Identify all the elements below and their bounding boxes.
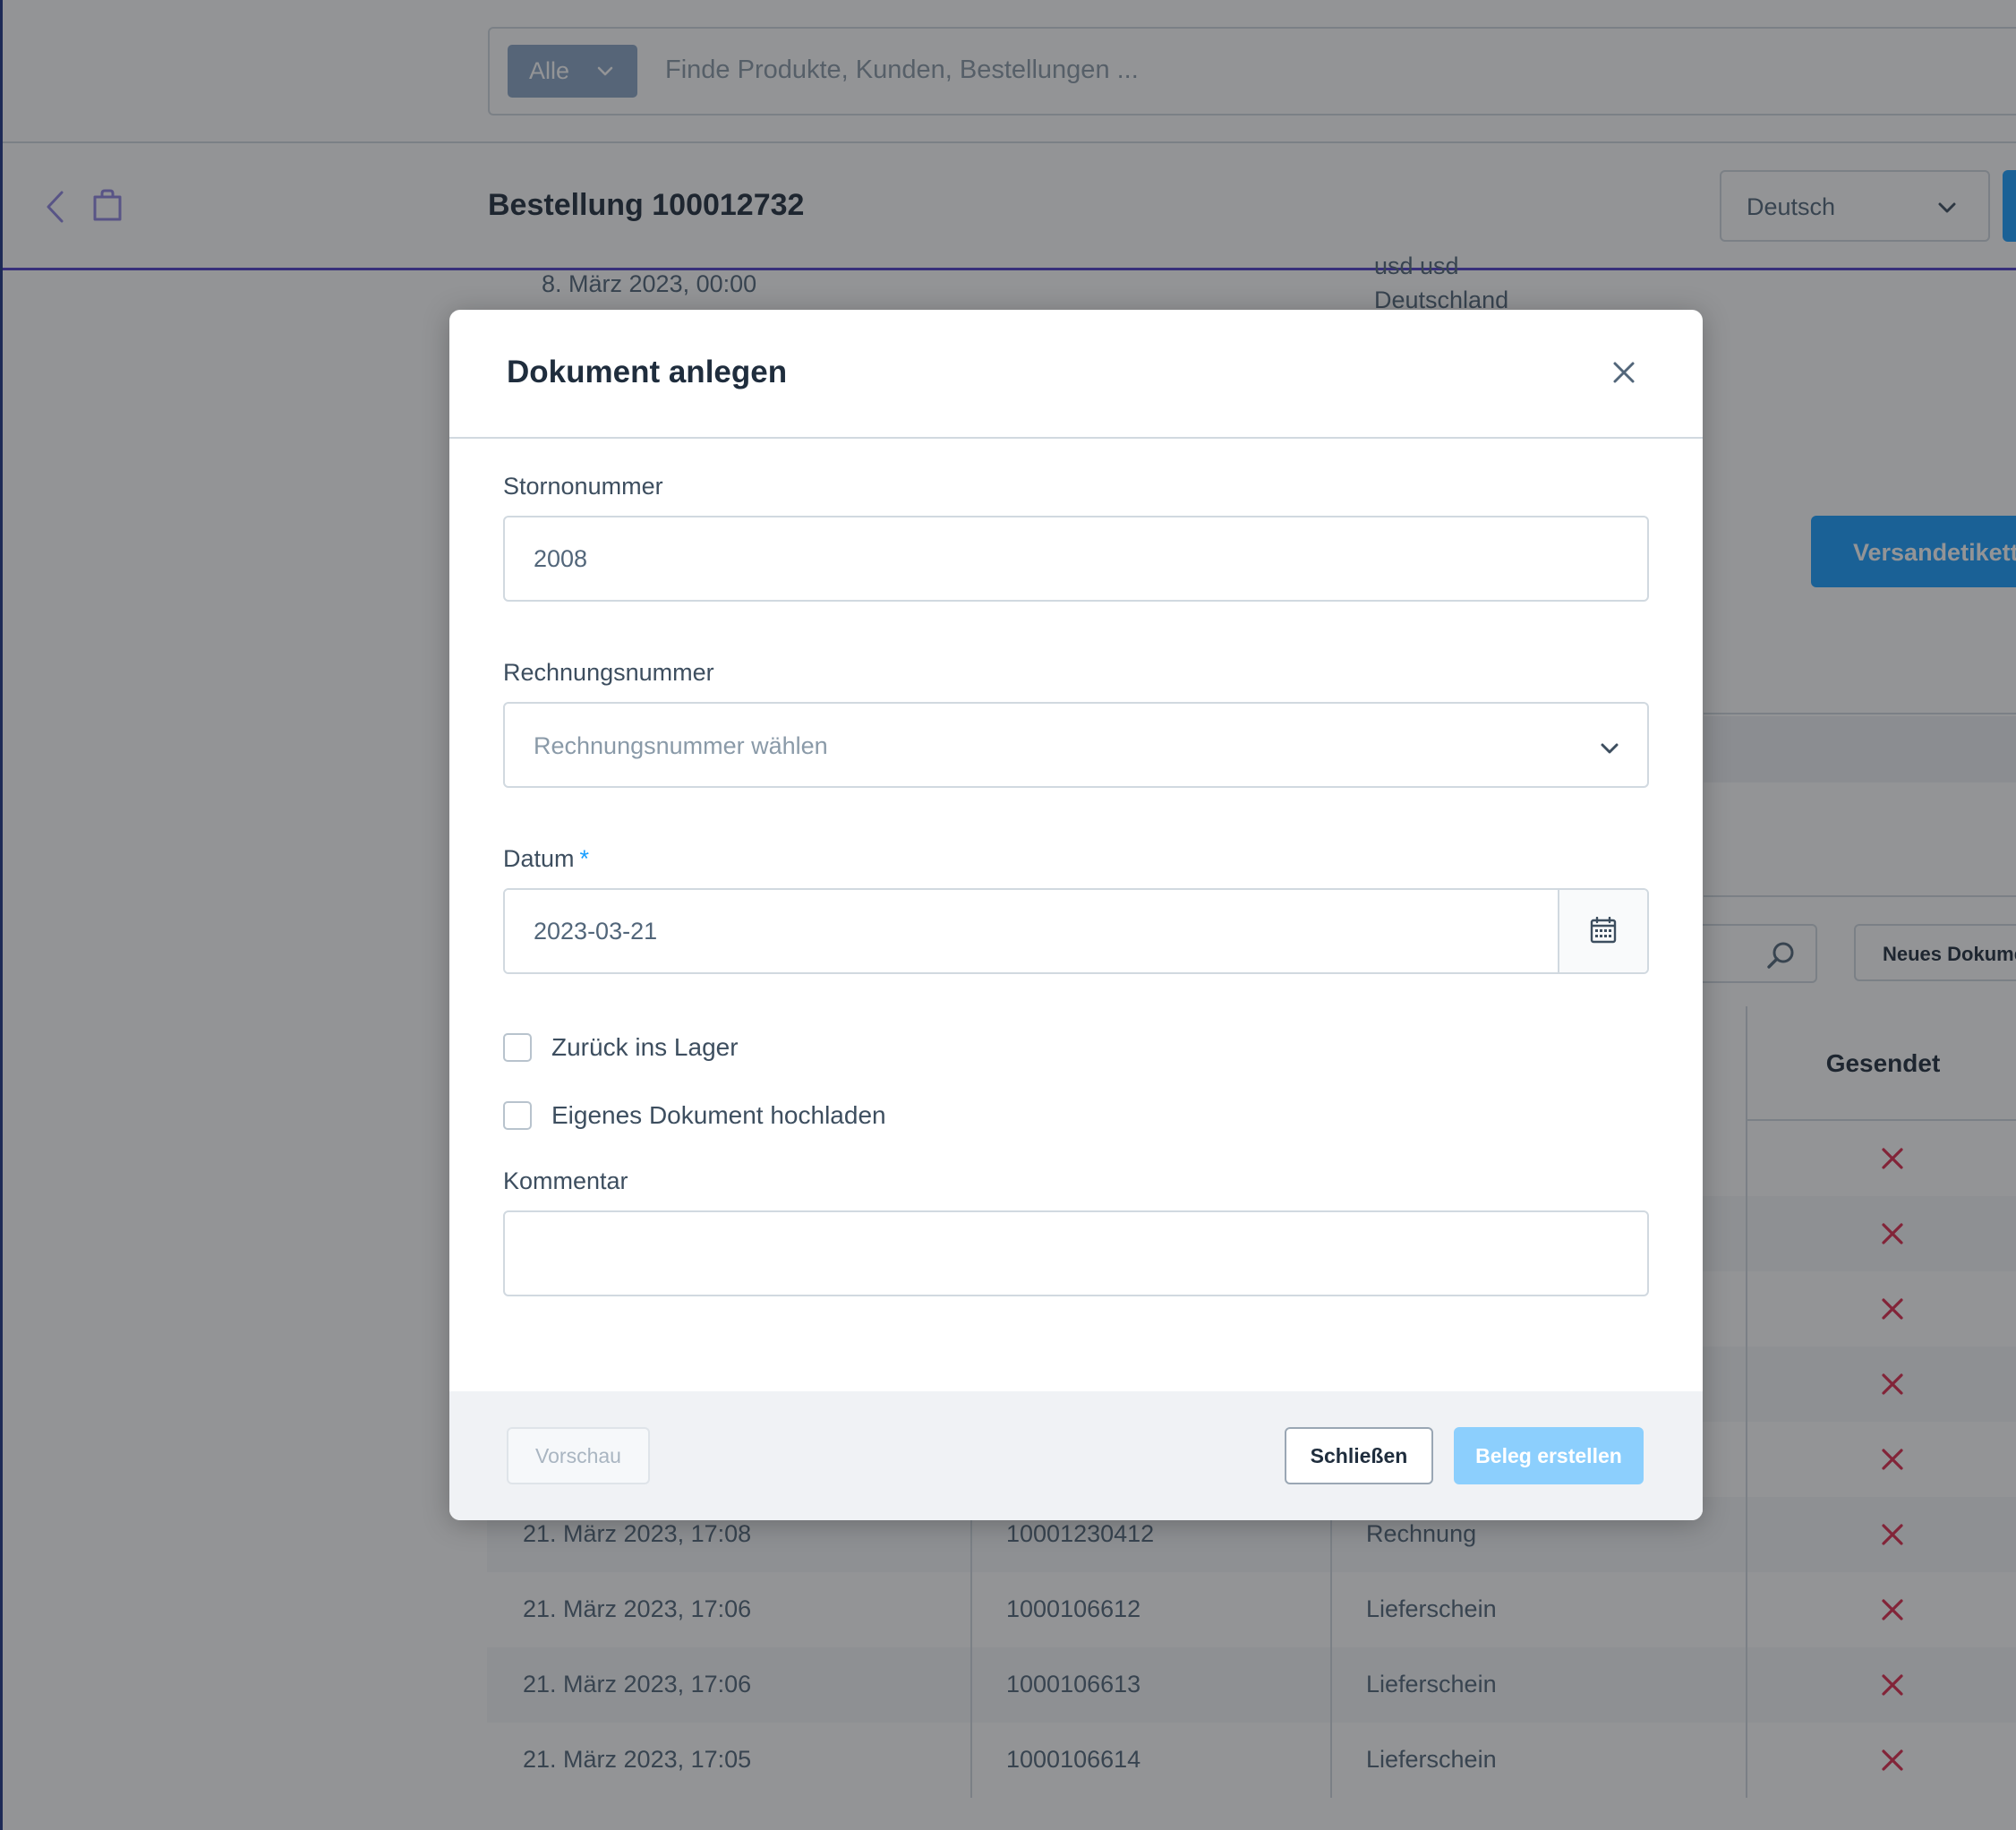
checkbox-box[interactable] xyxy=(503,1033,532,1062)
required-marker: * xyxy=(579,845,590,872)
date-picker-button[interactable] xyxy=(1558,890,1647,972)
invoice-number-placeholder: Rechnungsnummer wählen xyxy=(534,732,828,759)
modal-title: Dokument anlegen xyxy=(507,355,788,389)
preview-button[interactable]: Vorschau xyxy=(507,1427,650,1484)
date-label-text: Datum xyxy=(503,845,575,872)
upload-own-document-label: Eigenes Dokument hochladen xyxy=(551,1101,886,1129)
invoice-number-select[interactable]: Rechnungsnummer wählen xyxy=(503,702,1649,788)
chevron-down-icon xyxy=(1601,743,1619,754)
calendar-icon xyxy=(1590,917,1617,944)
storno-number-label: Stornonummer xyxy=(503,473,663,500)
modal-header: Dokument anlegen xyxy=(449,310,1703,439)
date-input[interactable] xyxy=(505,890,1559,972)
modal-footer: Vorschau Schließen Beleg erstellen xyxy=(449,1391,1703,1520)
return-to-stock-checkbox[interactable]: Zurück ins Lager xyxy=(503,1031,739,1064)
checkbox-box[interactable] xyxy=(503,1101,532,1130)
close-icon[interactable] xyxy=(1611,360,1636,385)
date-label: Datum * xyxy=(503,845,589,873)
return-to-stock-label: Zurück ins Lager xyxy=(551,1033,739,1061)
close-button[interactable]: Schließen xyxy=(1285,1427,1433,1484)
storno-number-input[interactable] xyxy=(503,516,1649,602)
invoice-number-label: Rechnungsnummer xyxy=(503,659,714,686)
create-document-button[interactable]: Beleg erstellen xyxy=(1454,1427,1644,1484)
date-field xyxy=(503,888,1649,974)
comment-label: Kommentar xyxy=(503,1167,628,1194)
create-document-modal: Dokument anlegen Stornonummer Rechnungsn… xyxy=(449,310,1703,1520)
comment-input[interactable] xyxy=(503,1210,1649,1296)
upload-own-document-checkbox[interactable]: Eigenes Dokument hochladen xyxy=(503,1099,886,1132)
